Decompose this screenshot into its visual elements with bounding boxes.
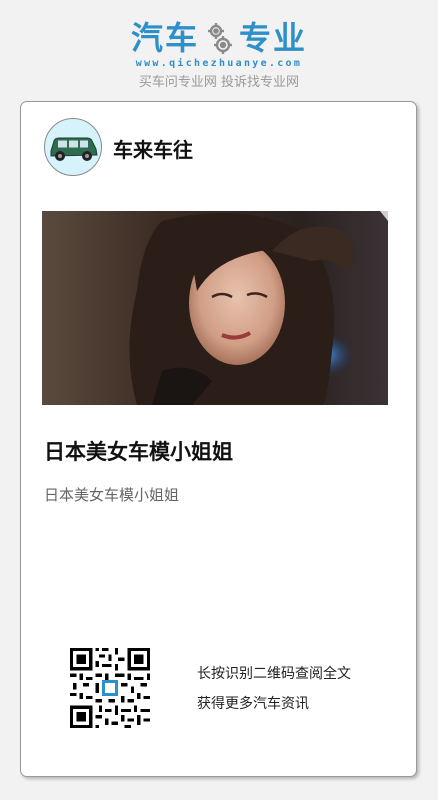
post-title[interactable]: 日本美女车模小姐姐	[44, 436, 233, 466]
logo-url: www.qichezhuanye.com	[135, 58, 303, 69]
hero-photo	[42, 211, 388, 405]
gear-icon	[208, 23, 232, 54]
share-card: 车来车往 日本美女车模小姐姐 日本美女车模小姐姐 长按识别二维码查阅全文 获得更…	[20, 101, 417, 777]
site-logo: 汽车 专业	[0, 18, 438, 58]
qr-instruction: 长按识别二维码查阅全文	[197, 666, 351, 682]
post-summary: 日本美女车模小姐姐	[44, 486, 180, 504]
author-avatar	[44, 118, 102, 176]
logo-slogan: 买车问专业网 投诉找专业网	[138, 75, 300, 90]
hero-image[interactable]	[42, 211, 388, 405]
logo-word-right: 专业	[239, 19, 308, 57]
site-header: 汽车 专业 www.qichezhuanye.com 买车问专业网 投诉找专业网	[0, 0, 438, 100]
qr-subtext: 获得更多汽车资讯	[197, 696, 309, 712]
logo-word-left: 汽车	[130, 19, 199, 57]
car-icon	[50, 137, 98, 161]
author-name[interactable]: 车来车往	[113, 134, 193, 163]
qr-code-icon[interactable]	[70, 648, 150, 728]
